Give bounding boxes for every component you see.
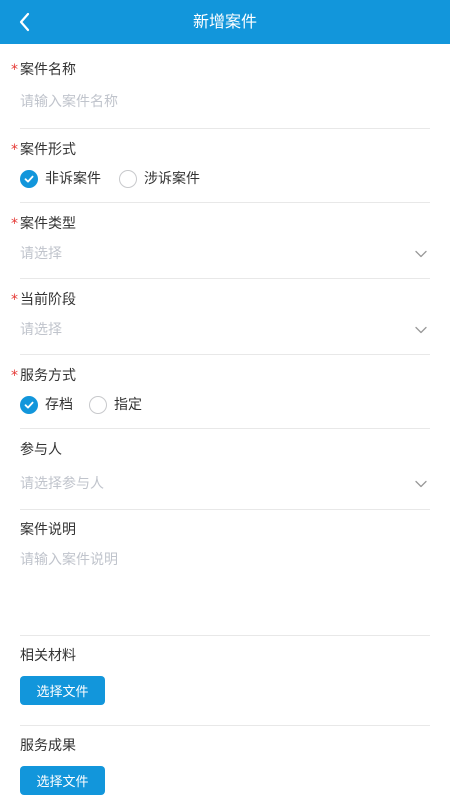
radio-designate[interactable]: 指定 [89, 395, 142, 415]
divider [20, 354, 430, 355]
materials-choose-file-button[interactable]: 选择文件 [20, 676, 105, 705]
radio-litigation[interactable]: 涉诉案件 [119, 169, 200, 189]
radio-label: 存档 [45, 397, 73, 413]
service-mode-label: 服务方式 [20, 368, 76, 384]
required-mark: * [11, 62, 18, 78]
required-mark: * [11, 142, 18, 158]
materials-label: 相关材料 [20, 648, 76, 664]
participants-label: 参与人 [20, 442, 62, 458]
radio-archive[interactable]: 存档 [20, 395, 73, 415]
case-type-field[interactable]: * 案件类型 请选择 [0, 214, 450, 274]
case-type-select[interactable]: 请选择 [20, 244, 62, 264]
divider [20, 509, 430, 510]
current-stage-select[interactable]: 请选择 [20, 320, 62, 340]
participants-select[interactable]: 请选择参与人 [20, 474, 104, 494]
page-title: 新增案件 [192, 12, 257, 31]
case-desc-label: 案件说明 [20, 522, 76, 538]
chevron-down-icon [415, 250, 427, 258]
results-label: 服务成果 [20, 738, 76, 754]
radio-label: 非诉案件 [45, 171, 101, 187]
participants-field[interactable]: 参与人 请选择参与人 [0, 440, 450, 504]
required-mark: * [11, 216, 18, 232]
divider [20, 428, 430, 429]
divider [20, 278, 430, 279]
results-choose-file-button[interactable]: 选择文件 [20, 766, 105, 795]
divider [20, 725, 430, 726]
radio-unchecked-icon [119, 170, 137, 188]
radio-checked-icon [20, 170, 38, 188]
divider [20, 635, 430, 636]
radio-non-litigation[interactable]: 非诉案件 [20, 169, 101, 189]
divider [20, 128, 430, 129]
top-bar: 新增案件 [0, 0, 450, 44]
case-type-label: 案件类型 [20, 216, 76, 232]
current-stage-label: 当前阶段 [20, 292, 76, 308]
case-name-input[interactable] [20, 90, 430, 114]
required-mark: * [11, 292, 18, 308]
divider [20, 202, 430, 203]
current-stage-field[interactable]: * 当前阶段 请选择 [0, 290, 450, 350]
case-form-label: 案件形式 [20, 142, 76, 158]
chevron-down-icon [415, 480, 427, 488]
radio-label: 指定 [114, 397, 142, 413]
radio-checked-icon [20, 396, 38, 414]
radio-label: 涉诉案件 [144, 171, 200, 187]
case-desc-textarea[interactable] [20, 550, 430, 620]
required-mark: * [11, 368, 18, 384]
case-name-label: 案件名称 [20, 62, 76, 78]
radio-unchecked-icon [89, 396, 107, 414]
chevron-down-icon [415, 326, 427, 334]
